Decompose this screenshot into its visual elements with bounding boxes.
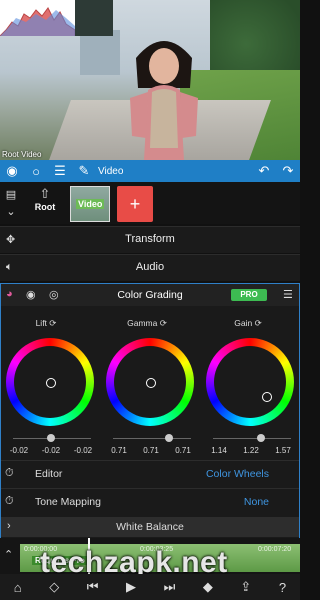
gamma-slider-track[interactable]: [113, 438, 191, 439]
editor-label: Editor: [35, 468, 63, 480]
menu-audio[interactable]: 🔈︎ Audio: [0, 254, 300, 281]
root-label: Root: [34, 202, 56, 212]
add-layer-button[interactable]: +: [117, 186, 153, 222]
reset-icon[interactable]: ⟳: [49, 318, 56, 328]
redo-icon[interactable]: ↷: [276, 160, 300, 182]
top-toolbar: ◉ ○ ☰ ✎ Video ↶ ↷: [0, 160, 300, 182]
gamma-value-b[interactable]: 0.71: [175, 446, 191, 455]
keyframe-icon[interactable]: ◇: [49, 579, 59, 595]
chevron-up-icon[interactable]: ⌃: [4, 548, 13, 561]
reset-icon[interactable]: ⟳: [255, 318, 262, 328]
wheel-center: [214, 346, 286, 418]
lift-values: -0.02 -0.02 -0.02: [3, 446, 99, 455]
vectorscope-overlay: [75, 0, 113, 36]
layers-icon: ▤: [5, 189, 17, 201]
layer-row: ▤ ⌄ ⇧ Root Video +: [0, 182, 300, 224]
layers-panel-button[interactable]: ▤ ⌄: [2, 186, 20, 220]
export-icon[interactable]: ⇪: [240, 579, 251, 595]
wheel-label-gamma: Gamma ⟳: [107, 318, 187, 329]
tone-mapping-row[interactable]: ⏱︎ Tone Mapping None: [1, 488, 299, 515]
lift-value-r[interactable]: -0.02: [10, 446, 28, 455]
gain-label: Gain: [234, 318, 253, 328]
menu-icon[interactable]: ☰: [283, 288, 293, 301]
gain-slider-track[interactable]: [213, 438, 291, 439]
menu-audio-label: Audio: [135, 261, 165, 273]
editor-value[interactable]: Color Wheels: [206, 468, 269, 480]
histogram-overlay: [0, 0, 75, 36]
skip-forward-icon[interactable]: ⏭︎: [164, 579, 176, 595]
color-grading-header: ◕ ◉ ◎ Color Grading PRO ☰: [1, 284, 299, 306]
time-end: 0:00:07:20: [258, 546, 292, 553]
editor-row[interactable]: ⏱︎ Editor Color Wheels: [1, 460, 299, 487]
gamma-values: 0.71 0.71 0.71: [103, 446, 199, 455]
gain-values: 1.14 1.22 1.57: [203, 446, 299, 455]
lift-color-wheel[interactable]: [6, 338, 94, 426]
white-balance-row[interactable]: › White Balance: [1, 517, 299, 537]
undo-icon[interactable]: ↶: [252, 160, 276, 182]
menu-transform-label: Transform: [125, 233, 175, 245]
bottom-bar: ⌂ ◇ ⏮︎ ▶ ⏭︎ ◆ ⇪ ?: [0, 574, 300, 600]
lift-value-g[interactable]: -0.02: [42, 446, 60, 455]
gain-slider-knob[interactable]: [257, 434, 265, 442]
reset-icon[interactable]: ⟳: [160, 318, 167, 328]
wheel-handle[interactable]: [146, 378, 156, 388]
wheel-label-gain: Gain ⟳: [208, 318, 288, 329]
video-layer-thumbnail[interactable]: Video: [70, 186, 110, 222]
lift-slider-knob[interactable]: [47, 434, 55, 442]
gain-color-wheel[interactable]: [206, 338, 294, 426]
menu-icon[interactable]: ☰: [48, 160, 72, 182]
menu-transform[interactable]: ✥ Transform: [0, 226, 300, 253]
help-icon[interactable]: ?: [279, 580, 286, 595]
wheel-handle[interactable]: [46, 378, 56, 388]
person-figure: [130, 41, 198, 160]
skip-back-icon[interactable]: ⏮︎: [87, 579, 99, 595]
wheel-handle[interactable]: [262, 392, 272, 402]
color-grading-panel: ◕ ◉ ◎ Color Grading PRO ☰ Lift ⟳ Gamma ⟳…: [0, 283, 300, 540]
gamma-label: Gamma: [127, 318, 158, 328]
circle-icon[interactable]: ○: [24, 160, 48, 182]
stopwatch-icon[interactable]: ⏱︎: [5, 495, 14, 508]
tone-mapping-label: Tone Mapping: [35, 496, 101, 508]
chevron-down-icon: ⌄: [6, 206, 16, 218]
gamma-slider-knob[interactable]: [165, 434, 173, 442]
toolbar-title: Video: [98, 165, 124, 177]
diamond-icon[interactable]: ◆: [203, 579, 213, 595]
play-icon[interactable]: ▶: [126, 579, 136, 595]
gamma-color-wheel[interactable]: [106, 338, 194, 426]
lift-value-b[interactable]: -0.02: [74, 446, 92, 455]
stopwatch-icon[interactable]: ⏱︎: [5, 467, 14, 480]
gain-value-g[interactable]: 1.22: [243, 446, 259, 455]
video-layer-label: Video: [76, 199, 105, 209]
gamma-value-r[interactable]: 0.71: [111, 446, 127, 455]
eye-icon[interactable]: ◉: [0, 160, 24, 182]
home-icon[interactable]: ⌂: [14, 580, 22, 595]
tone-mapping-value[interactable]: None: [244, 496, 269, 508]
wheel-label-lift: Lift ⟳: [6, 318, 86, 329]
pencil-icon: ✎: [78, 163, 90, 178]
upload-icon: ⇧: [39, 186, 51, 201]
root-layer-button[interactable]: ⇧ Root: [28, 186, 62, 220]
lift-label: Lift: [35, 318, 47, 328]
gain-value-r[interactable]: 1.14: [211, 446, 227, 455]
gamma-value-g[interactable]: 0.71: [143, 446, 159, 455]
preview-layer-label: Root Video: [2, 150, 42, 159]
video-preview[interactable]: Root Video: [0, 0, 300, 160]
gain-value-b[interactable]: 1.57: [275, 446, 291, 455]
pro-badge: PRO: [231, 289, 267, 301]
white-balance-label: White Balance: [116, 521, 184, 533]
background-building: [80, 30, 120, 75]
